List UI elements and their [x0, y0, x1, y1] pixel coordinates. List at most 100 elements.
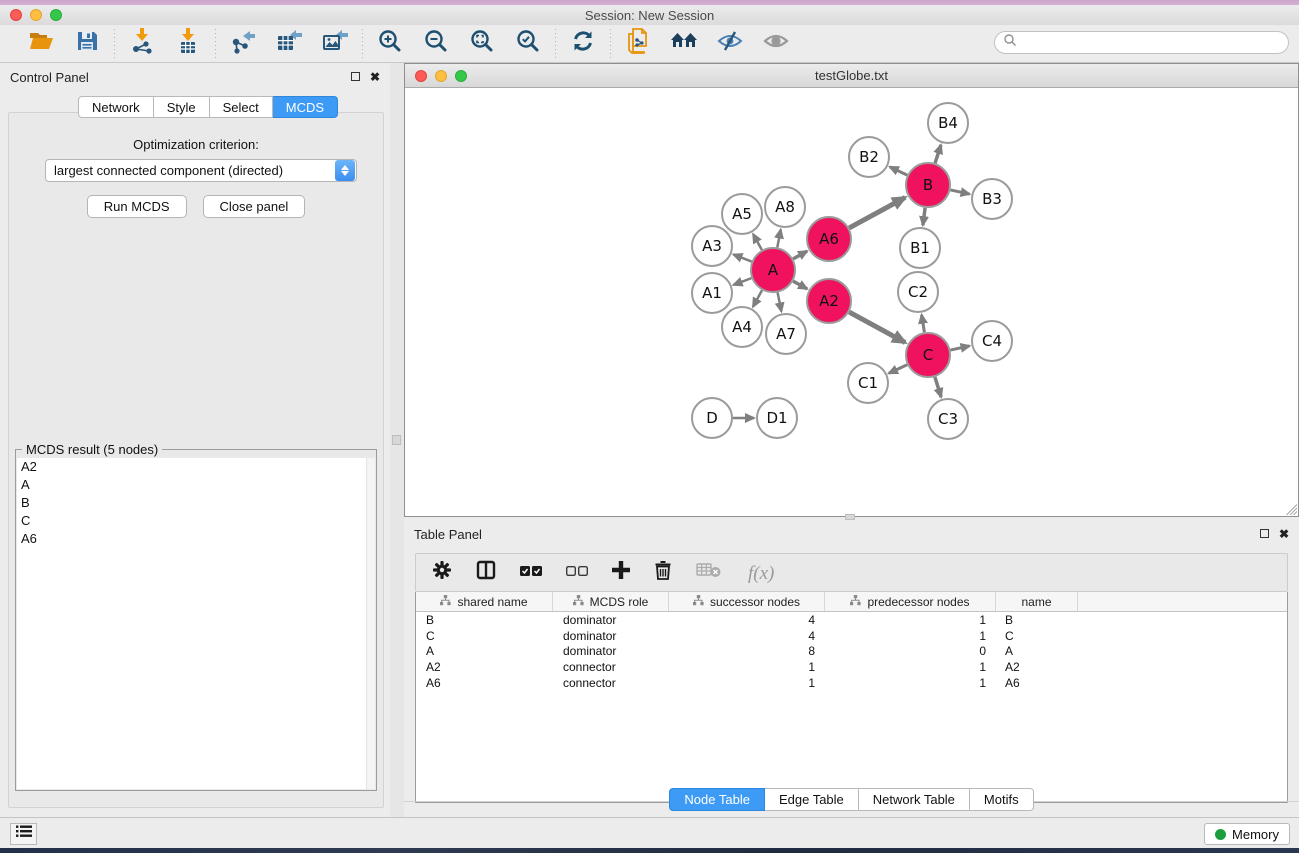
table-cell[interactable]: B	[996, 613, 1078, 627]
delete-table-button[interactable]	[696, 561, 722, 585]
graph-edge-A-A2[interactable]	[793, 281, 807, 289]
deselect-all-button[interactable]	[566, 561, 588, 585]
mcds-result-item[interactable]: C	[17, 512, 375, 530]
graph-node-B[interactable]: B	[906, 163, 950, 207]
graph-edge-A-A4[interactable]	[753, 290, 762, 307]
table-cell[interactable]: A6	[996, 676, 1078, 690]
graph-edge-C-C1[interactable]	[889, 365, 907, 374]
mcds-result-list[interactable]: A2ABCA6	[17, 458, 375, 789]
graph-edge-C-C2[interactable]	[922, 315, 925, 333]
table-row[interactable]: A2connector11A2	[416, 659, 1287, 675]
table-cell[interactable]: 1	[825, 613, 996, 627]
function-builder-button[interactable]: f(x)	[746, 561, 786, 585]
graph-node-A2[interactable]: A2	[807, 279, 851, 323]
open-session-button[interactable]	[28, 31, 54, 57]
tab-edge-table[interactable]: Edge Table	[765, 788, 859, 811]
table-cell[interactable]: 1	[825, 676, 996, 690]
table-cell[interactable]: A2	[416, 660, 553, 674]
graph-node-B4[interactable]: B4	[928, 103, 968, 143]
mcds-result-item[interactable]: B	[17, 494, 375, 512]
create-column-button[interactable]	[612, 561, 630, 585]
table-cell[interactable]: 1	[669, 660, 825, 674]
graph-edge-A2-C[interactable]	[849, 312, 905, 343]
table-cell[interactable]: A	[416, 644, 553, 658]
table-cell[interactable]: connector	[553, 660, 669, 674]
table-cell[interactable]: C	[416, 629, 553, 643]
table-cell[interactable]: dominator	[553, 644, 669, 658]
table-row[interactable]: Cdominator41C	[416, 628, 1287, 644]
delete-column-button[interactable]	[654, 561, 672, 585]
table-cell[interactable]: 1	[825, 629, 996, 643]
graph-node-D[interactable]: D	[692, 398, 732, 438]
zoom-in-button[interactable]	[377, 31, 403, 57]
tab-style[interactable]: Style	[154, 96, 210, 118]
import-network-button[interactable]	[129, 31, 155, 57]
column-header-mcds-role[interactable]: MCDS role	[553, 592, 669, 611]
table-cell[interactable]: 8	[669, 644, 825, 658]
column-header-successor-nodes[interactable]: successor nodes	[669, 592, 825, 611]
graph-node-C[interactable]: C	[906, 333, 950, 377]
table-row[interactable]: Bdominator41B	[416, 612, 1287, 628]
graph-node-A1[interactable]: A1	[692, 273, 732, 313]
show-column-button[interactable]	[476, 561, 496, 585]
export-table-button[interactable]	[276, 31, 302, 57]
close-panel-button[interactable]: Close panel	[203, 195, 306, 218]
vertical-splitter-handle[interactable]	[392, 435, 401, 445]
tab-network-table[interactable]: Network Table	[859, 788, 970, 811]
show-task-history-button[interactable]	[10, 823, 37, 845]
table-cell[interactable]: 1	[669, 676, 825, 690]
tab-node-table[interactable]: Node Table	[669, 788, 765, 811]
table-cell[interactable]: dominator	[553, 629, 669, 643]
graph-node-C3[interactable]: C3	[928, 399, 968, 439]
table-float-panel-icon[interactable]	[1260, 528, 1269, 540]
graph-edge-A6-B[interactable]	[849, 197, 905, 228]
graph-edge-A-A7[interactable]	[778, 293, 782, 312]
column-header-predecessor-nodes[interactable]: predecessor nodes	[825, 592, 996, 611]
graph-node-D1[interactable]: D1	[757, 398, 797, 438]
apply-layout-button[interactable]	[570, 31, 596, 57]
table-cell[interactable]: 4	[669, 629, 825, 643]
tab-mcds[interactable]: MCDS	[273, 96, 338, 118]
graph-node-C2[interactable]: C2	[898, 272, 938, 312]
table-close-panel-icon[interactable]: ✖	[1279, 528, 1289, 540]
show-all-button[interactable]	[763, 31, 789, 57]
run-mcds-button[interactable]: Run MCDS	[87, 195, 187, 218]
float-panel-icon[interactable]	[351, 71, 360, 83]
window-resize-grip[interactable]	[1284, 502, 1297, 515]
graph-edge-A-A1[interactable]	[734, 278, 752, 285]
mcds-result-item[interactable]: A	[17, 476, 375, 494]
table-settings-button[interactable]	[432, 561, 452, 585]
table-cell[interactable]: dominator	[553, 613, 669, 627]
graph-node-A8[interactable]: A8	[765, 187, 805, 227]
graph-node-B2[interactable]: B2	[849, 137, 889, 177]
table-cell[interactable]: B	[416, 613, 553, 627]
network-canvas[interactable]: B4B2BB3A5A8A6A3B1AA1C2A2A4A7C4CC1C3DD1	[405, 89, 1298, 516]
graph-edge-A-A3[interactable]	[733, 254, 751, 261]
graph-node-A[interactable]: A	[751, 248, 795, 292]
search-input[interactable]	[1017, 36, 1288, 50]
graph-edge-A-A6[interactable]	[793, 251, 807, 259]
graph-edge-C-C4[interactable]	[950, 346, 969, 350]
save-session-button[interactable]	[74, 31, 100, 57]
graph-node-A6[interactable]: A6	[807, 217, 851, 261]
graph-node-C4[interactable]: C4	[972, 321, 1012, 361]
table-cell[interactable]: A2	[996, 660, 1078, 674]
export-image-button[interactable]	[322, 31, 348, 57]
zoom-fit-button[interactable]	[469, 31, 495, 57]
zoom-out-button[interactable]	[423, 31, 449, 57]
table-cell[interactable]: 4	[669, 613, 825, 627]
table-row[interactable]: Adominator80A	[416, 643, 1287, 659]
graph-node-B3[interactable]: B3	[972, 179, 1012, 219]
tab-select[interactable]: Select	[210, 96, 273, 118]
export-network-button[interactable]	[230, 31, 256, 57]
graph-node-A4[interactable]: A4	[722, 307, 762, 347]
vertical-splitter[interactable]	[390, 63, 404, 817]
result-list-scrollbar[interactable]	[366, 458, 375, 789]
import-table-button[interactable]	[175, 31, 201, 57]
tab-network[interactable]: Network	[78, 96, 154, 118]
graph-edge-B-B4[interactable]	[935, 145, 941, 163]
table-cell[interactable]: A	[996, 644, 1078, 658]
criterion-dropdown[interactable]: largest connected component (directed)	[45, 159, 357, 182]
table-cell[interactable]: C	[996, 629, 1078, 643]
table-cell[interactable]: A6	[416, 676, 553, 690]
